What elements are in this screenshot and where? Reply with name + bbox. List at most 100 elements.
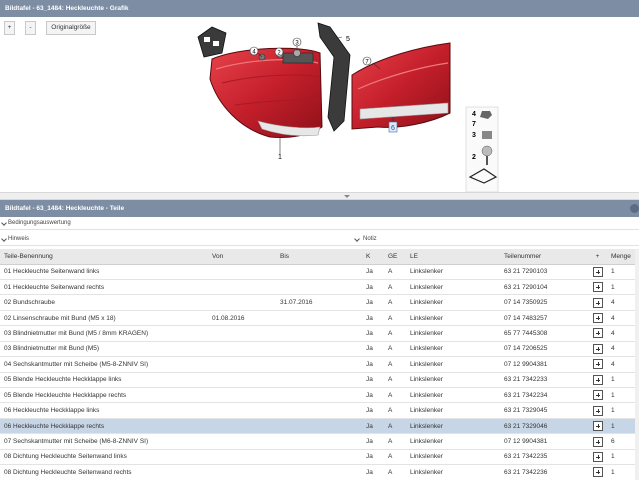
cell-ge: A bbox=[384, 294, 406, 311]
cell-add bbox=[584, 433, 607, 450]
cell-ge: A bbox=[384, 387, 406, 404]
cell-von bbox=[208, 356, 276, 373]
cell-name: 08 Dichtung Heckleuchte Seitenwand links bbox=[0, 449, 208, 466]
cell-k: Ja bbox=[362, 387, 384, 404]
callout-1[interactable]: 1 bbox=[278, 154, 282, 161]
cell-k: Ja bbox=[362, 310, 384, 327]
table-row[interactable]: 01 Heckleuchte Seitenwand links Ja A Linksl… bbox=[0, 264, 639, 280]
table-row[interactable]: 06 Heckleuchte Heckklappe links Ja A Linksl… bbox=[0, 402, 639, 419]
cell-name: 06 Heckleuchte Heckklappe links bbox=[0, 402, 208, 419]
panel-splitter[interactable] bbox=[0, 192, 639, 200]
cell-name: 06 Heckleuchte Heckklappe rechts bbox=[0, 418, 208, 435]
callout-5[interactable]: 5 bbox=[346, 36, 350, 43]
cell-le: Linkslenker bbox=[406, 387, 500, 404]
cell-part-no: 63 21 7342233 bbox=[500, 372, 584, 389]
table-scrollbar[interactable] bbox=[635, 249, 639, 480]
cell-le: Linkslenker bbox=[406, 294, 500, 311]
cell-ge: A bbox=[384, 402, 406, 419]
callout-3[interactable]: 3 bbox=[292, 37, 302, 47]
svg-text:7: 7 bbox=[472, 121, 476, 128]
column-header[interactable]: Bis bbox=[276, 249, 362, 265]
cell-add bbox=[584, 356, 607, 373]
table-row[interactable]: 01 Heckleuchte Seitenwand rechts Ja A Links… bbox=[0, 279, 639, 296]
cell-bis bbox=[276, 325, 362, 342]
callout-2[interactable]: 2 bbox=[274, 47, 284, 57]
cell-k: Ja bbox=[362, 341, 384, 358]
cell-k: Ja bbox=[362, 449, 384, 466]
cell-add bbox=[584, 294, 607, 311]
add-to-cart-icon[interactable] bbox=[592, 297, 603, 308]
callout-4[interactable]: 4 bbox=[249, 46, 259, 56]
cell-von bbox=[208, 279, 276, 296]
column-header[interactable]: + bbox=[584, 249, 607, 265]
table-row[interactable]: 05 Blende Heckleuchte Heckklappe links Ja… bbox=[0, 372, 639, 389]
add-to-cart-icon[interactable] bbox=[592, 390, 603, 401]
cell-ge: A bbox=[384, 433, 406, 450]
add-to-cart-icon[interactable] bbox=[592, 359, 603, 370]
add-to-cart-icon[interactable] bbox=[592, 405, 603, 416]
table-row[interactable]: 03 Blindnietmutter mit Bund (M5 / 8mm KR… bbox=[0, 325, 639, 342]
table-row[interactable]: 08 Dichtung Heckleuchte Seitenwand recht… bbox=[0, 464, 639, 480]
add-to-cart-icon[interactable] bbox=[592, 421, 603, 432]
cell-bis bbox=[276, 279, 362, 296]
collapse-arrow-icon[interactable] bbox=[344, 195, 350, 198]
cell-part-no: 07 12 9904381 bbox=[500, 356, 584, 373]
cell-name: 03 Blindnietmutter mit Bund (M5) bbox=[0, 341, 208, 358]
table-row[interactable]: 05 Blende Heckleuchte Heckklappe rechts J… bbox=[0, 387, 639, 404]
table-row[interactable]: 03 Blindnietmutter mit Bund (M5) Ja A Links… bbox=[0, 341, 639, 358]
column-header[interactable]: GE bbox=[384, 249, 406, 265]
gasket-part-8[interactable] bbox=[197, 26, 227, 58]
cell-von bbox=[208, 325, 276, 342]
callout-7[interactable]: 7 bbox=[362, 56, 372, 66]
cell-name: 05 Blende Heckleuchte Heckklappe rechts bbox=[0, 387, 208, 404]
cell-bis bbox=[276, 387, 362, 404]
add-to-cart-icon[interactable] bbox=[592, 313, 603, 324]
callout-6-selected[interactable]: 6 bbox=[388, 121, 398, 133]
cell-part-no: 07 14 7206525 bbox=[500, 341, 584, 358]
section-hints-label: Hinweis bbox=[8, 236, 30, 242]
table-row[interactable]: 02 Linsenschraube mit Bund (M5 x 18) 01.0… bbox=[0, 310, 639, 327]
table-row[interactable]: 04 Sechskantmutter mit Scheibe (M5-8-ZNN… bbox=[0, 356, 639, 373]
cell-part-no: 63 21 7342234 bbox=[500, 387, 584, 404]
table-row[interactable]: 08 Dichtung Heckleuchte Seitenwand links… bbox=[0, 449, 639, 466]
table-row[interactable]: 07 Sechskantmutter mit Scheibe (M6-8-ZNN… bbox=[0, 433, 639, 450]
cell-k: Ja bbox=[362, 372, 384, 389]
cell-name: 03 Blindnietmutter mit Bund (M5 / 8mm KR… bbox=[0, 325, 208, 342]
cell-name: 02 Bundschraube bbox=[0, 294, 208, 311]
table-row[interactable]: 02 Bundschraube 31.07.2016 Ja A Linkslenker 0… bbox=[0, 294, 639, 311]
cell-part-no: 63 21 7329045 bbox=[500, 402, 584, 419]
panel-toggle-icon[interactable] bbox=[630, 204, 639, 213]
cell-ge: A bbox=[384, 372, 406, 389]
cell-von bbox=[208, 402, 276, 419]
cell-name: 05 Blende Heckleuchte Heckklappe links bbox=[0, 372, 208, 389]
svg-text:6: 6 bbox=[391, 125, 395, 132]
column-header[interactable]: Teile-Benennung bbox=[0, 249, 208, 265]
section-conditions[interactable]: Bedingungsauswertung bbox=[0, 218, 639, 230]
cell-bis bbox=[276, 433, 362, 450]
tail-lamp-tailgate-part[interactable] bbox=[351, 42, 451, 130]
column-header[interactable]: K bbox=[362, 249, 384, 265]
cell-bis bbox=[276, 449, 362, 466]
tail-lamp-side-wall-part[interactable] bbox=[209, 47, 323, 138]
column-header[interactable]: Teilenummer bbox=[500, 249, 584, 265]
add-to-cart-icon[interactable] bbox=[592, 343, 603, 354]
column-header[interactable]: Von bbox=[208, 249, 276, 265]
add-to-cart-icon[interactable] bbox=[592, 451, 603, 462]
add-to-cart-icon[interactable] bbox=[592, 328, 603, 339]
add-to-cart-icon[interactable] bbox=[592, 282, 603, 293]
cell-ge: A bbox=[384, 418, 406, 435]
add-to-cart-icon[interactable] bbox=[592, 467, 603, 478]
add-to-cart-icon[interactable] bbox=[592, 266, 603, 277]
table-row[interactable]: 06 Heckleuchte Heckklappe rechts Ja A Links… bbox=[0, 418, 639, 435]
cell-k: Ja bbox=[362, 356, 384, 373]
cell-le: Linkslenker bbox=[406, 356, 500, 373]
cell-von bbox=[208, 418, 276, 435]
column-header[interactable]: LE bbox=[406, 249, 500, 265]
add-to-cart-icon[interactable] bbox=[592, 436, 603, 447]
cell-von bbox=[208, 264, 276, 280]
section-notes-label[interactable]: Notiz bbox=[363, 234, 377, 245]
section-hints[interactable]: Hinweis Notiz bbox=[0, 234, 639, 246]
cell-von: 01.08.2016 bbox=[208, 310, 276, 327]
cell-add bbox=[584, 387, 607, 404]
add-to-cart-icon[interactable] bbox=[592, 374, 603, 385]
